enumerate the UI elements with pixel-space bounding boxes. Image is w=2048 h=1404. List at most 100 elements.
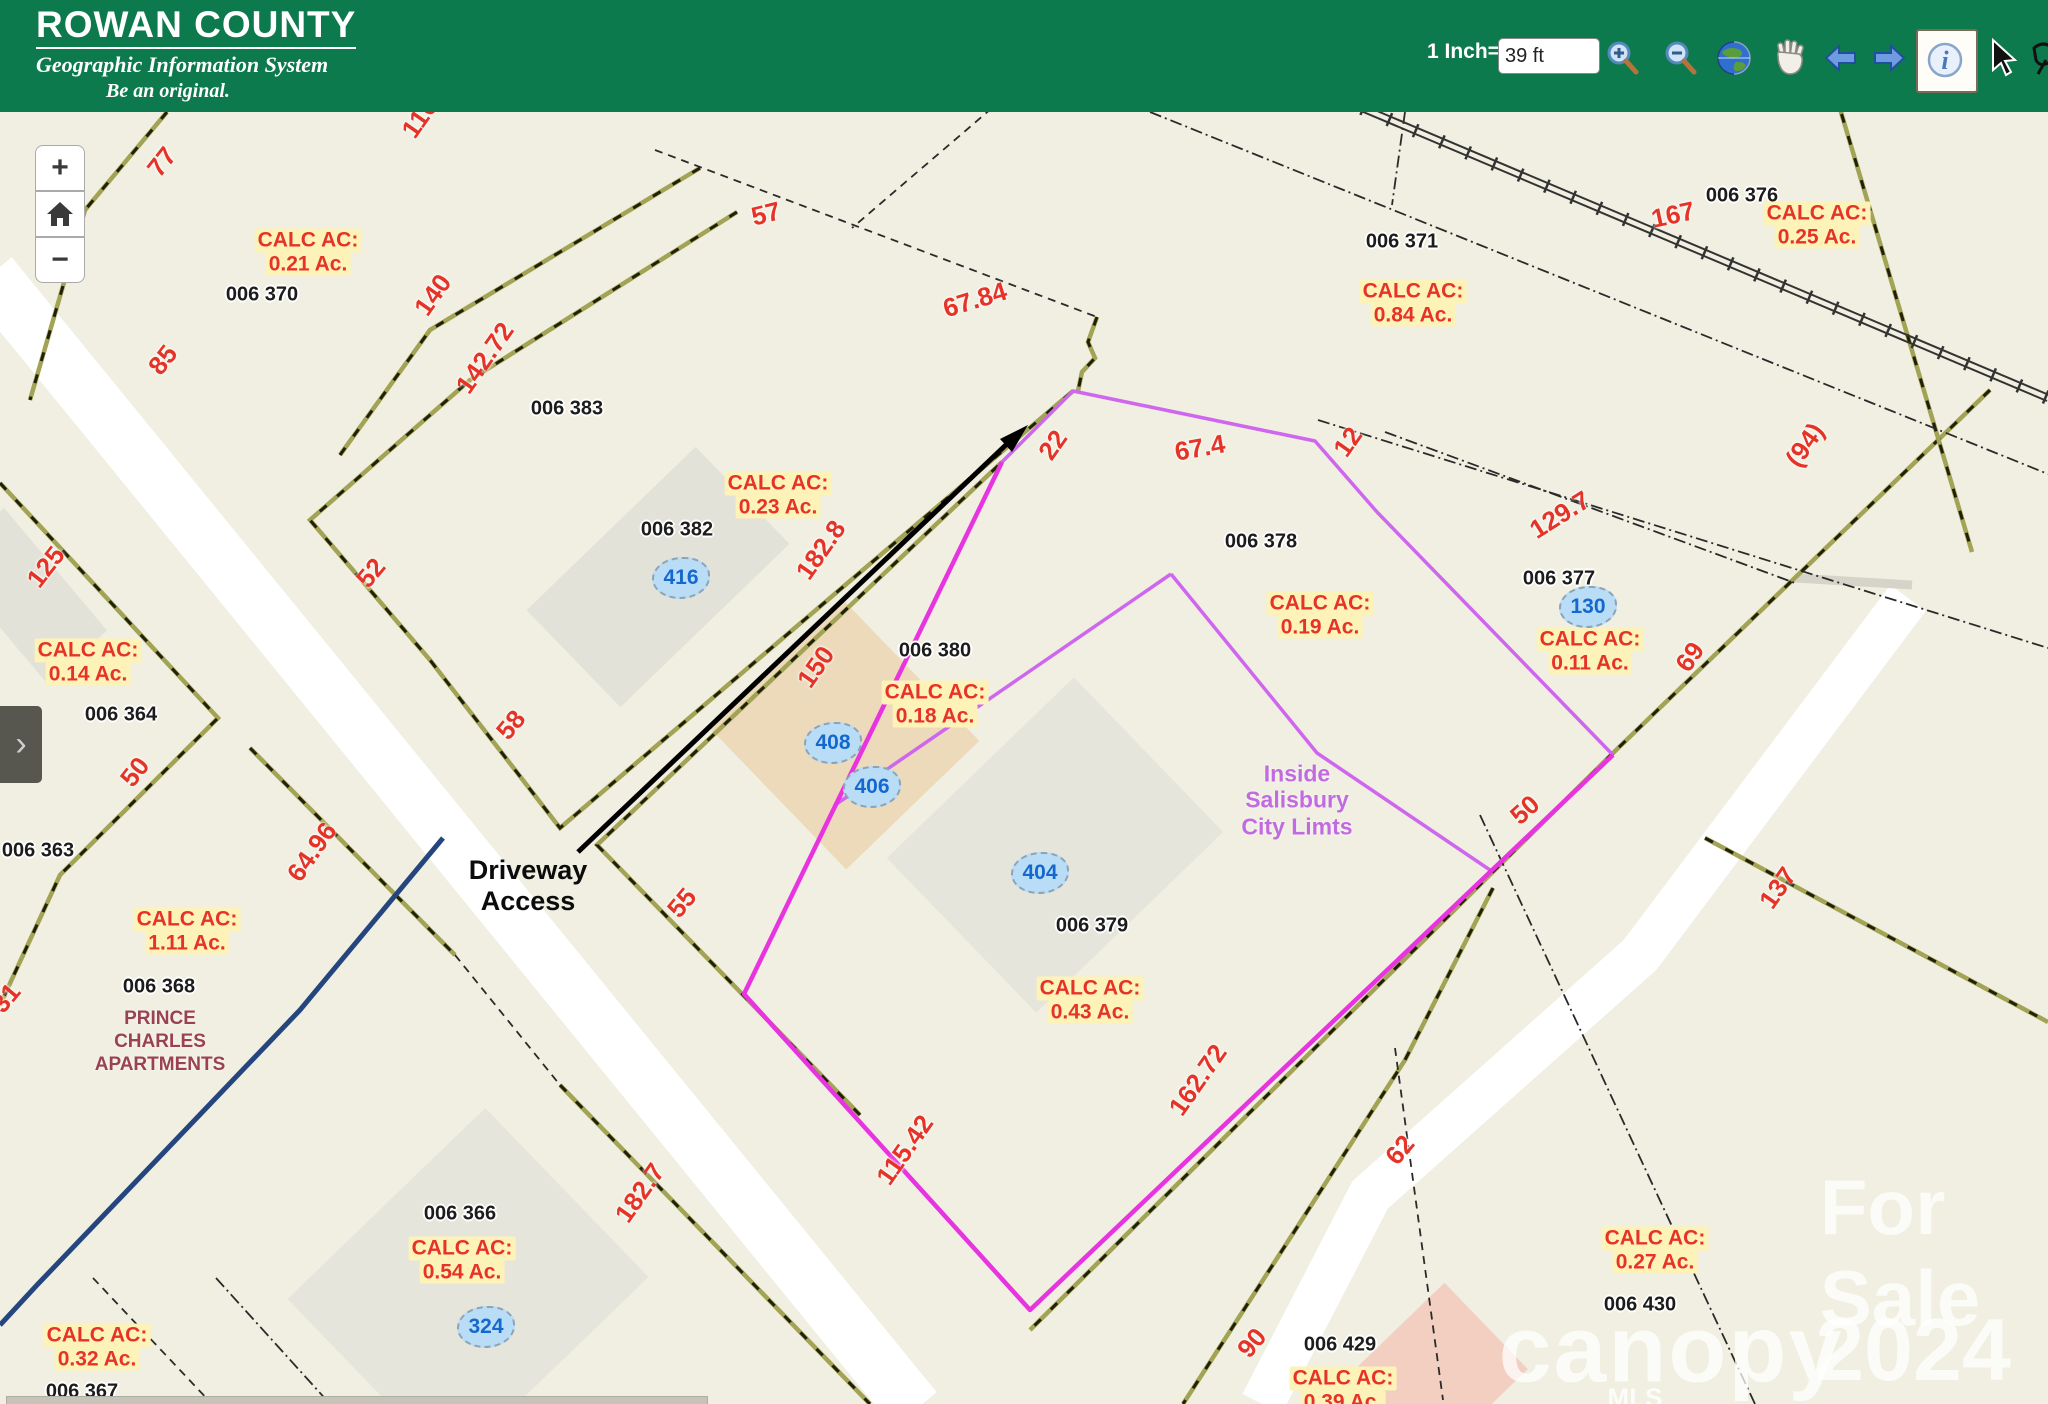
dimension-label: 150 (791, 640, 841, 693)
globe-icon[interactable] (1714, 38, 1754, 78)
dimension-label: 67.4 (1172, 428, 1227, 467)
parcel-id-label: 006 366 (424, 1203, 496, 1226)
parcel-id-label: 006 371 (1366, 231, 1438, 254)
calc-acreage-label: CALC AC:0.21 Ac. (255, 228, 362, 275)
forward-arrow-icon[interactable] (1869, 38, 1909, 78)
calc-acreage-value: 0.23 Ac. (736, 495, 821, 519)
parcel-id-label: 006 379 (1056, 915, 1128, 938)
scale-input[interactable] (1498, 38, 1600, 74)
calc-acreage-prefix: CALC AC: (882, 680, 989, 704)
city-limits-label: InsideSalisburyCity Limts (1241, 760, 1352, 839)
calc-acreage-label: CALC AC:0.14 Ac. (35, 638, 142, 685)
apartments-label-line: CHARLES (95, 1031, 226, 1054)
calc-acreage-prefix: CALC AC: (1764, 201, 1871, 225)
apartments-label-line: PRINCE (95, 1008, 226, 1031)
address-marker: 324 (457, 1306, 515, 1348)
logo-subtitle: Geographic Information System (36, 47, 356, 78)
calc-acreage-label: CALC AC:0.32 Ac. (44, 1323, 151, 1370)
dimension-label: 62 (1379, 1129, 1421, 1171)
parcel-id-label: 006 363 (2, 840, 74, 863)
address-marker: 404 (1011, 852, 1069, 894)
dimension-label: 140 (408, 268, 458, 321)
identify-info-icon[interactable]: i (1925, 40, 1965, 80)
calc-acreage-label: CALC AC:0.39 Ac. (1290, 1366, 1397, 1404)
city-limits-label-line: Inside (1241, 760, 1352, 786)
dimension-label: 90 (1231, 1322, 1273, 1364)
calc-acreage-value: 0.32 Ac. (55, 1347, 140, 1371)
dimension-label: 55 (661, 882, 703, 924)
dimension-label: 58 (490, 704, 532, 746)
map-home-button[interactable] (35, 191, 85, 237)
dimension-label: 67.84 (939, 276, 1010, 325)
map-zoom-in-button[interactable]: + (35, 145, 85, 191)
dimension-label: 22 (1032, 424, 1074, 465)
parcel-id-label: 006 380 (899, 640, 971, 663)
calc-acreage-label: CALC AC:0.25 Ac. (1764, 201, 1871, 248)
address-marker: 408 (804, 722, 862, 764)
calc-acreage-prefix: CALC AC: (134, 907, 241, 931)
calc-acreage-prefix: CALC AC: (1037, 976, 1144, 1000)
calc-acreage-label: CALC AC:0.84 Ac. (1360, 279, 1467, 326)
calc-acreage-value: 0.39 Ac. (1301, 1390, 1386, 1404)
dimension-label: 137 (1753, 861, 1803, 914)
dimension-label: 167 (1649, 195, 1698, 234)
calc-acreage-label: CALC AC:0.23 Ac. (725, 471, 832, 518)
rowan-county-logo: ROWAN COUNTY Geographic Information Syst… (36, 4, 356, 103)
address-marker: 416 (652, 557, 710, 599)
calc-acreage-label: CALC AC:0.11 Ac. (1537, 627, 1644, 674)
dimension-label: 129.7 (1524, 485, 1596, 546)
map-zoom-controls: + − (35, 145, 85, 283)
dimension-label: 50 (114, 751, 156, 793)
map-zoom-out-button[interactable]: − (35, 237, 85, 283)
horizontal-scrollbar[interactable] (6, 1396, 708, 1404)
sidebar-expand-toggle[interactable]: › (0, 706, 42, 783)
parcel-id-label: 006 382 (641, 519, 713, 542)
calc-acreage-value: 0.25 Ac. (1775, 225, 1860, 249)
calc-acreage-prefix: CALC AC: (725, 471, 832, 495)
dimension-label: 31 (0, 977, 27, 1019)
dimension-label: 69 (1669, 636, 1711, 677)
pointer-cursor-icon[interactable] (1985, 38, 2025, 78)
parcel-id-label: 006 368 (123, 976, 195, 999)
calc-acreage-label: CALC AC:1.11 Ac. (134, 907, 241, 954)
parcel-id-label: 006 429 (1304, 1334, 1376, 1357)
dimension-label: 182.8 (790, 514, 853, 585)
calc-acreage-prefix: CALC AC: (1360, 279, 1467, 303)
calc-acreage-prefix: CALC AC: (1267, 591, 1374, 615)
dimension-label: 57 (748, 195, 784, 232)
calc-acreage-prefix: CALC AC: (409, 1236, 516, 1260)
calc-acreage-value: 0.84 Ac. (1371, 303, 1456, 327)
parcel-id-label: 006 383 (531, 398, 603, 421)
logo-tagline: Be an original. (106, 80, 356, 103)
calc-acreage-prefix: CALC AC: (1290, 1366, 1397, 1390)
calc-acreage-value: 0.27 Ac. (1613, 1250, 1698, 1274)
calc-acreage-label: CALC AC:0.54 Ac. (409, 1236, 516, 1283)
city-limits-label-line: City Limts (1241, 813, 1352, 839)
parcel-id-label: 006 430 (1604, 1294, 1676, 1317)
svg-text:i: i (1941, 46, 1949, 75)
calc-acreage-value: 0.18 Ac. (893, 704, 978, 728)
dimension-label: 125 (20, 540, 71, 593)
calc-acreage-prefix: CALC AC: (35, 638, 142, 662)
driveway-access-label-line: Driveway (469, 855, 588, 886)
map-labels-layer: 771165767.8485140142.7212552585064.96312… (0, 0, 2048, 1404)
calc-acreage-label: CALC AC:0.19 Ac. (1267, 591, 1374, 638)
city-limits-label-line: Salisbury (1241, 787, 1352, 813)
pan-hand-icon[interactable] (1769, 38, 1809, 78)
dimension-label: 142.72 (449, 317, 520, 400)
app-header: ROWAN COUNTY Geographic Information Syst… (0, 0, 2048, 112)
zoom-in-icon[interactable] (1603, 38, 1643, 78)
dimension-label: 162.72 (1162, 1039, 1233, 1122)
zoom-out-icon[interactable] (1661, 38, 1701, 78)
parcel-id-label: 006 364 (85, 704, 157, 727)
dimension-label: 50 (1504, 789, 1546, 831)
scale-label: 1 Inch= (1427, 40, 1500, 64)
apartments-label-line: APARTMENTS (95, 1053, 226, 1076)
partial-tool-icon[interactable] (2030, 38, 2048, 78)
back-arrow-icon[interactable] (1821, 38, 1861, 78)
calc-acreage-value: 0.54 Ac. (420, 1260, 505, 1284)
address-marker: 130 (1559, 586, 1617, 628)
dimension-label: 182.7 (609, 1157, 672, 1228)
calc-acreage-prefix: CALC AC: (255, 228, 362, 252)
dimension-label: 85 (142, 339, 184, 381)
